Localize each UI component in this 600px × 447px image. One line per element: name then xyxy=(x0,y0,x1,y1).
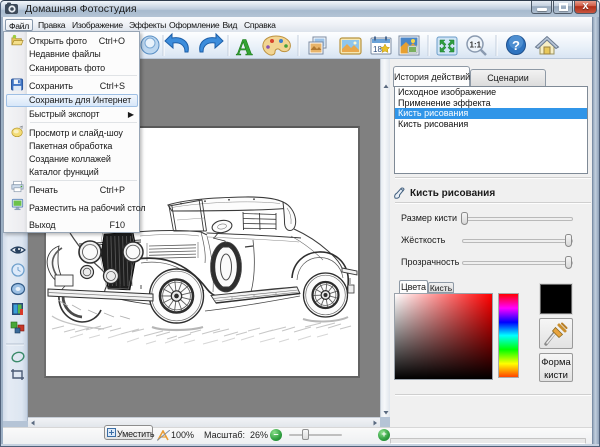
svg-text:A: A xyxy=(236,35,253,59)
svg-text:1:1: 1:1 xyxy=(470,41,482,50)
svg-text:?: ? xyxy=(512,38,520,53)
svg-text:18: 18 xyxy=(373,45,382,54)
